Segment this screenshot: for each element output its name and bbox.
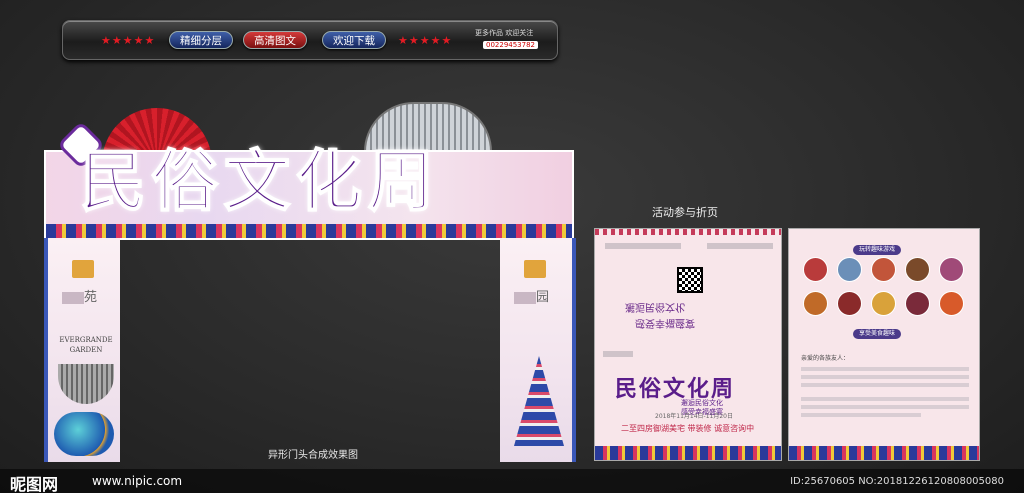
arch-caption: 异形门头合成效果图 <box>268 450 358 461</box>
arch-gate-mockup: 民俗文化周 苑 EVERGRANDE GARDEN 园 <box>44 100 576 462</box>
more-works-label: 更多作品 欢迎关注 <box>475 29 534 37</box>
photo-circle <box>837 291 862 316</box>
games-badge: 玩转趣味游戏 <box>853 245 902 255</box>
arch-title: 民俗文化周 <box>79 142 440 220</box>
gift-icon <box>72 260 94 278</box>
author-number[interactable]: 00229453782 <box>483 41 538 49</box>
food-badge: 享受美食趣味 <box>853 329 902 339</box>
photo-row <box>803 257 964 282</box>
paragraph-line <box>801 413 921 417</box>
pattern-border <box>595 229 781 235</box>
photo-circle <box>803 291 828 316</box>
photo-circle <box>837 257 862 282</box>
top-banner: ★★★★★ 精细分层 高清图文 欢迎下载 ★★★★★ 更多作品 欢迎关注 002… <box>62 20 558 60</box>
blurred-text <box>603 351 633 357</box>
ethnic-pattern-stripe <box>595 446 781 460</box>
paragraph-line <box>801 405 969 409</box>
photo-circle <box>871 257 896 282</box>
fold-caption: 活动参与折页 <box>652 206 718 219</box>
brand-name: EVERGRANDE <box>59 336 113 344</box>
mini-sub-line1: 邂逅民俗文化 <box>681 399 723 407</box>
brand-label: EVERGRANDE GARDEN <box>54 336 118 356</box>
pillar-sign-text: 园 <box>536 290 550 305</box>
hd-button[interactable]: 高清图文 <box>243 31 307 49</box>
paragraph-line <box>801 367 969 371</box>
photo-row <box>803 291 964 316</box>
photo-circle <box>803 257 828 282</box>
qr-code-icon <box>677 267 703 293</box>
image-id-text: ID:25670605 NO:20181226120808005080 <box>790 476 1004 487</box>
fold-panel-inside: 玩转趣味游戏 享受美食趣味 亲爱的各族友人： <box>788 228 980 461</box>
stars-right: ★★★★★ <box>398 34 453 47</box>
pillar-right: 园 <box>500 238 576 462</box>
photo-circle <box>939 291 964 316</box>
brand-sub: GARDEN <box>69 345 103 354</box>
paragraph-line <box>801 375 969 379</box>
ethnic-pattern-stripe <box>46 224 572 238</box>
layers-button[interactable]: 精细分层 <box>169 31 233 49</box>
site-logo[interactable]: 昵图网 <box>10 471 58 493</box>
greeting-text: 亲爱的各族友人： <box>801 355 850 362</box>
fold-mini-slogan: 二至四房御湖美宅 带装修 诚意咨询中 <box>621 424 755 433</box>
pillar-sign: 苑 <box>62 286 97 305</box>
silver-ornament-icon <box>58 364 114 404</box>
photo-circle <box>905 257 930 282</box>
pillar-left: 苑 EVERGRANDE GARDEN <box>44 238 120 462</box>
photo-circle <box>871 291 896 316</box>
photo-circle <box>939 257 964 282</box>
ethnic-pattern-stripe <box>789 446 979 460</box>
footer-watermark: 昵图网 www.nipic.com ID:25670605 NO:2018122… <box>0 469 1024 493</box>
script-text: 感受幸福盛宴 <box>635 317 695 328</box>
pillar-sign-text: 苑 <box>84 290 98 305</box>
blurred-text <box>514 291 536 304</box>
photo-circle <box>905 291 930 316</box>
fold-panel-front: 邂逅民俗文化 感受幸福盛宴 民俗文化周 邂逅民俗文化 感受幸福盛宴 2018年1… <box>594 228 782 461</box>
cloud-pattern-icon <box>54 412 114 456</box>
drum-tower-icon <box>514 356 564 446</box>
pillar-sign: 园 <box>514 286 549 305</box>
script-text: 邂逅民俗文化 <box>625 301 685 312</box>
paragraph-line <box>801 383 969 387</box>
gift-icon <box>524 260 546 278</box>
stars-left: ★★★★★ <box>101 34 156 47</box>
blurred-text <box>707 243 773 249</box>
blurred-text <box>605 243 681 249</box>
site-url[interactable]: www.nipic.com <box>92 474 182 488</box>
download-button[interactable]: 欢迎下载 <box>322 31 386 49</box>
paragraph-line <box>801 397 969 401</box>
blurred-text <box>62 291 84 304</box>
fold-mini-date: 2018年11月14日-11月20日 <box>655 413 733 420</box>
